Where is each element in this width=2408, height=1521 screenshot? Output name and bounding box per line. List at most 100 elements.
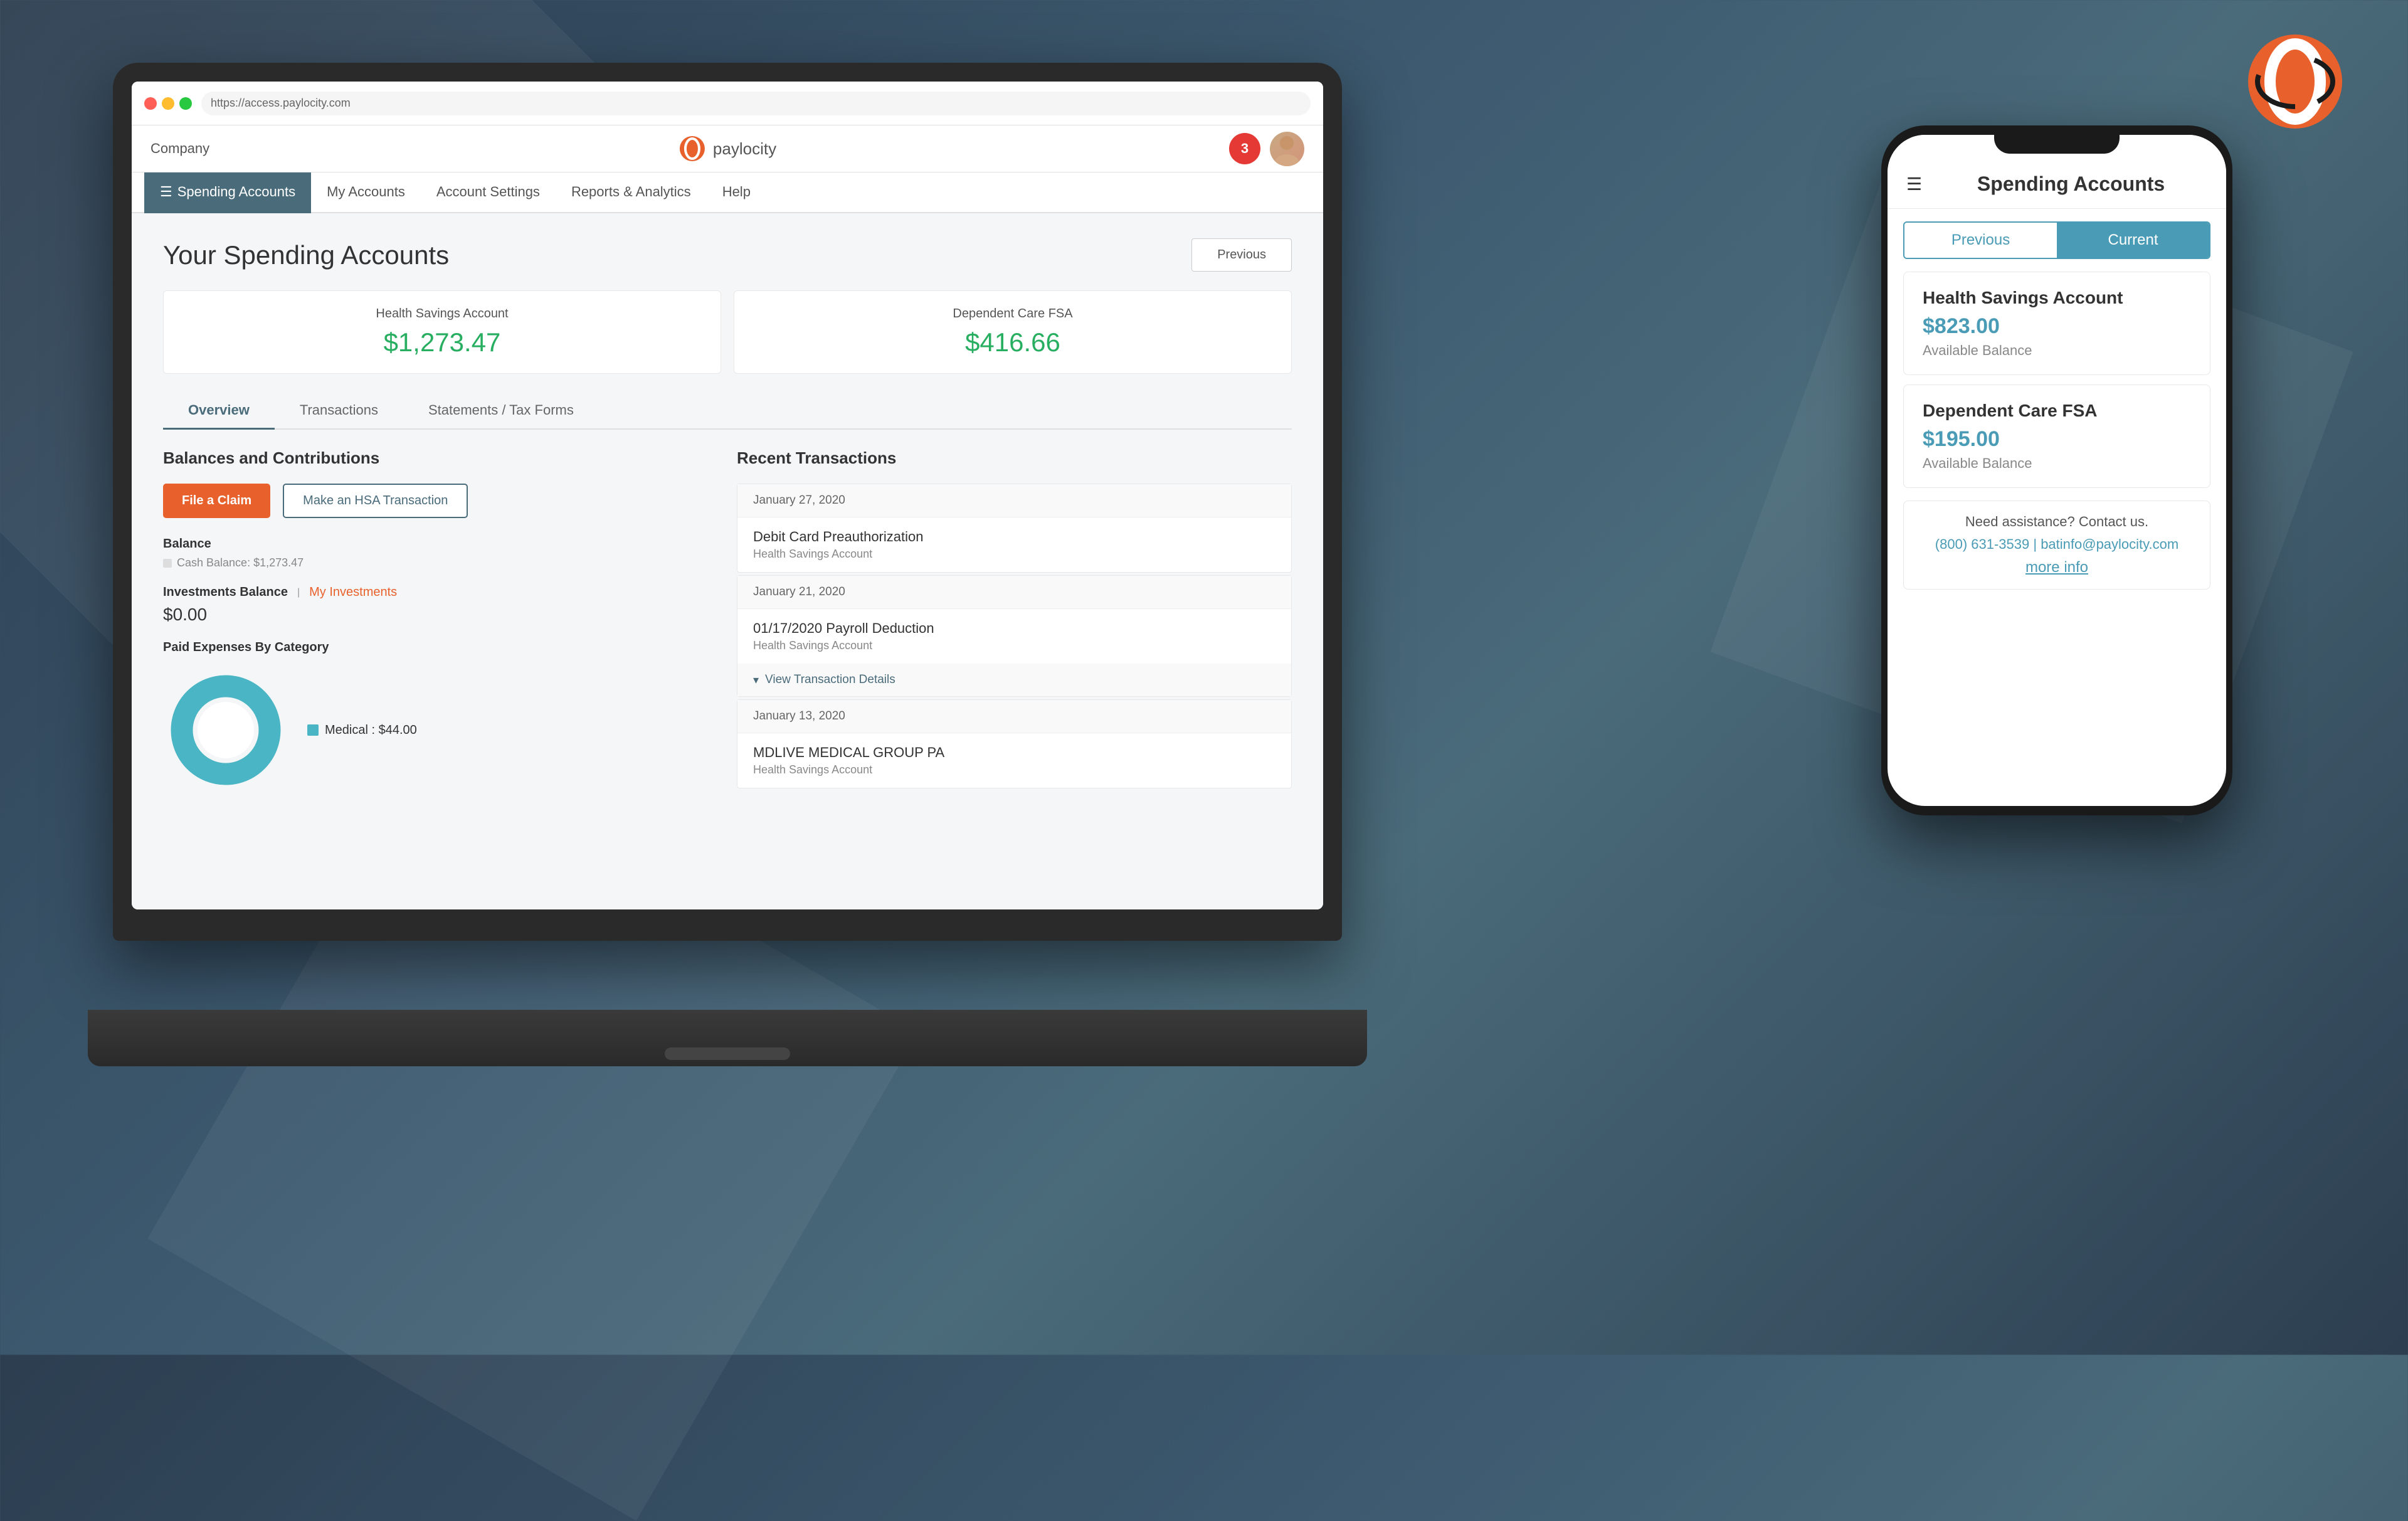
nav-reports-analytics[interactable]: Reports & Analytics [556, 172, 707, 213]
chevron-down-icon: ▾ [753, 674, 759, 687]
browser-minimize-btn[interactable] [162, 97, 174, 110]
phone-hamburger-icon[interactable]: ☰ [1906, 174, 1922, 194]
phone-fsa-card[interactable]: Dependent Care FSA $195.00 Available Bal… [1903, 384, 2210, 488]
transaction-date-3: January 13, 2020 [737, 700, 1291, 733]
action-buttons: File a Claim Make an HSA Transaction [163, 484, 718, 518]
left-column: Balances and Contributions File a Claim … [163, 448, 718, 793]
transaction-group-3: January 13, 2020 MDLIVE MEDICAL GROUP PA… [737, 699, 1292, 788]
transaction-name-3: MDLIVE MEDICAL GROUP PA [753, 745, 1275, 761]
investments-separator: | [297, 587, 300, 598]
laptop-screen: https://access.paylocity.com Company pay… [132, 82, 1323, 909]
transaction-name-2: 01/17/2020 Payroll Deduction [753, 620, 1275, 637]
hsa-card-title: Health Savings Account [186, 307, 699, 321]
corner-logo [2245, 31, 2345, 132]
phone-header-title: Spending Accounts [1935, 172, 2207, 196]
donut-chart [163, 667, 288, 793]
account-cards-row: Health Savings Account $1,273.47 Depende… [163, 290, 1292, 374]
phone-notch [1994, 125, 2120, 154]
content-tabs: Overview Transactions Statements / Tax F… [163, 393, 1292, 430]
transaction-account-2: Health Savings Account [753, 639, 1275, 652]
hsa-account-card[interactable]: Health Savings Account $1,273.47 [163, 290, 721, 374]
browser-maximize-btn[interactable] [179, 97, 192, 110]
nav-help[interactable]: Help [707, 172, 766, 213]
phone-assistance-email[interactable]: batinfo@paylocity.com [2041, 536, 2178, 552]
nav-bar: ☰ Spending Accounts My Accounts Account … [132, 172, 1323, 213]
phone-fsa-balance-label: Available Balance [1923, 455, 2191, 472]
page-title: Your Spending Accounts [163, 240, 449, 270]
legend-text: Medical : $44.00 [325, 723, 417, 738]
investments-row: Investments Balance | My Investments [163, 585, 718, 600]
nav-account-settings[interactable]: Account Settings [421, 172, 556, 213]
phone-hsa-balance-label: Available Balance [1923, 342, 2191, 359]
phone-hsa-name: Health Savings Account [1923, 288, 2191, 308]
investments-label: Investments Balance [163, 585, 288, 600]
main-content: Your Spending Accounts Previous Health S… [132, 213, 1323, 909]
view-transaction-details[interactable]: ▾ View Transaction Details [737, 664, 1291, 696]
phone-body: ☰ Spending Accounts Previous Current Hea… [1881, 125, 2232, 815]
balance-section: Balance Cash Balance: $1,273.47 [163, 537, 718, 570]
laptop-body: https://access.paylocity.com Company pay… [113, 63, 1342, 941]
fsa-card-title: Dependent Care FSA [756, 307, 1269, 321]
fsa-account-card[interactable]: Dependent Care FSA $416.66 [734, 290, 1292, 374]
fsa-card-balance: $416.66 [756, 327, 1269, 358]
phone-toggle: Previous Current [1903, 221, 2210, 259]
avatar [1270, 132, 1304, 166]
tab-transactions[interactable]: Transactions [275, 393, 403, 430]
url-text: https://access.paylocity.com [211, 97, 351, 110]
transaction-date-2: January 21, 2020 [737, 576, 1291, 609]
phone-assistance: Need assistance? Contact us. (800) 631-3… [1903, 501, 2210, 590]
browser-url-bar[interactable]: https://access.paylocity.com [201, 92, 1311, 115]
laptop: https://access.paylocity.com Company pay… [113, 63, 1367, 1066]
phone-more-info-link[interactable]: more info [1923, 559, 2191, 576]
phone-assistance-separator: | [2033, 536, 2041, 552]
transaction-group-2: January 21, 2020 01/17/2020 Payroll Dedu… [737, 575, 1292, 697]
balances-section-title: Balances and Contributions [163, 448, 718, 468]
phone-assistance-phone[interactable]: (800) 631-3539 [1935, 536, 2029, 552]
phone: ☰ Spending Accounts Previous Current Hea… [1881, 125, 2232, 815]
phone-content: ☰ Spending Accounts Previous Current Hea… [1888, 135, 2226, 806]
previous-button[interactable]: Previous [1191, 238, 1292, 272]
browser-chrome: https://access.paylocity.com [132, 82, 1323, 125]
legend-color-dot [307, 724, 319, 736]
browser-window-controls [144, 97, 192, 110]
my-investments-link[interactable]: My Investments [309, 585, 397, 600]
expenses-title: Paid Expenses By Category [163, 640, 718, 655]
transaction-item-3: MDLIVE MEDICAL GROUP PA Health Savings A… [737, 733, 1291, 788]
investments-amount: $0.00 [163, 605, 718, 625]
company-label: Company [150, 140, 209, 157]
phone-previous-toggle[interactable]: Previous [1904, 223, 2057, 258]
transaction-account-3: Health Savings Account [753, 763, 1275, 776]
hamburger-icon: ☰ [160, 184, 172, 200]
transaction-account-1: Health Savings Account [753, 548, 1275, 561]
phone-screen: ☰ Spending Accounts Previous Current Hea… [1888, 135, 2226, 806]
tab-overview[interactable]: Overview [163, 393, 275, 430]
paylocity-logo: paylocity [679, 135, 776, 163]
phone-assistance-text: Need assistance? Contact us. [1923, 514, 2191, 530]
cash-balance-detail: Cash Balance: $1,273.47 [163, 556, 718, 570]
phone-hsa-card[interactable]: Health Savings Account $823.00 Available… [1903, 272, 2210, 375]
donut-chart-wrapper: Medical : $44.00 [163, 667, 718, 793]
two-column-layout: Balances and Contributions File a Claim … [163, 448, 1292, 793]
transaction-date-1: January 27, 2020 [737, 484, 1291, 517]
page-title-row: Your Spending Accounts Previous [163, 238, 1292, 272]
transaction-item-2: 01/17/2020 Payroll Deduction Health Savi… [737, 609, 1291, 664]
transaction-name-1: Debit Card Preauthorization [753, 529, 1275, 545]
phone-fsa-name: Dependent Care FSA [1923, 401, 2191, 421]
transaction-item-1: Debit Card Preauthorization Health Savin… [737, 517, 1291, 572]
phone-current-toggle[interactable]: Current [2057, 223, 2209, 258]
transaction-group-1: January 27, 2020 Debit Card Preauthoriza… [737, 484, 1292, 573]
nav-my-accounts[interactable]: My Accounts [311, 172, 421, 213]
tab-statements[interactable]: Statements / Tax Forms [403, 393, 599, 430]
transactions-section-title: Recent Transactions [737, 448, 1292, 468]
phone-assistance-contact: (800) 631-3539 | batinfo@paylocity.com [1923, 536, 2191, 553]
notification-badge[interactable]: 3 [1229, 133, 1260, 164]
chart-legend: Medical : $44.00 [307, 723, 417, 738]
nav-spending-accounts[interactable]: ☰ Spending Accounts [144, 172, 311, 213]
header-right: 3 [1229, 132, 1304, 166]
hsa-transaction-button[interactable]: Make an HSA Transaction [283, 484, 468, 518]
file-claim-button[interactable]: File a Claim [163, 484, 270, 518]
hsa-card-balance: $1,273.47 [186, 327, 699, 358]
balance-label: Balance [163, 537, 718, 551]
paylocity-logo-icon [679, 135, 707, 163]
browser-close-btn[interactable] [144, 97, 157, 110]
